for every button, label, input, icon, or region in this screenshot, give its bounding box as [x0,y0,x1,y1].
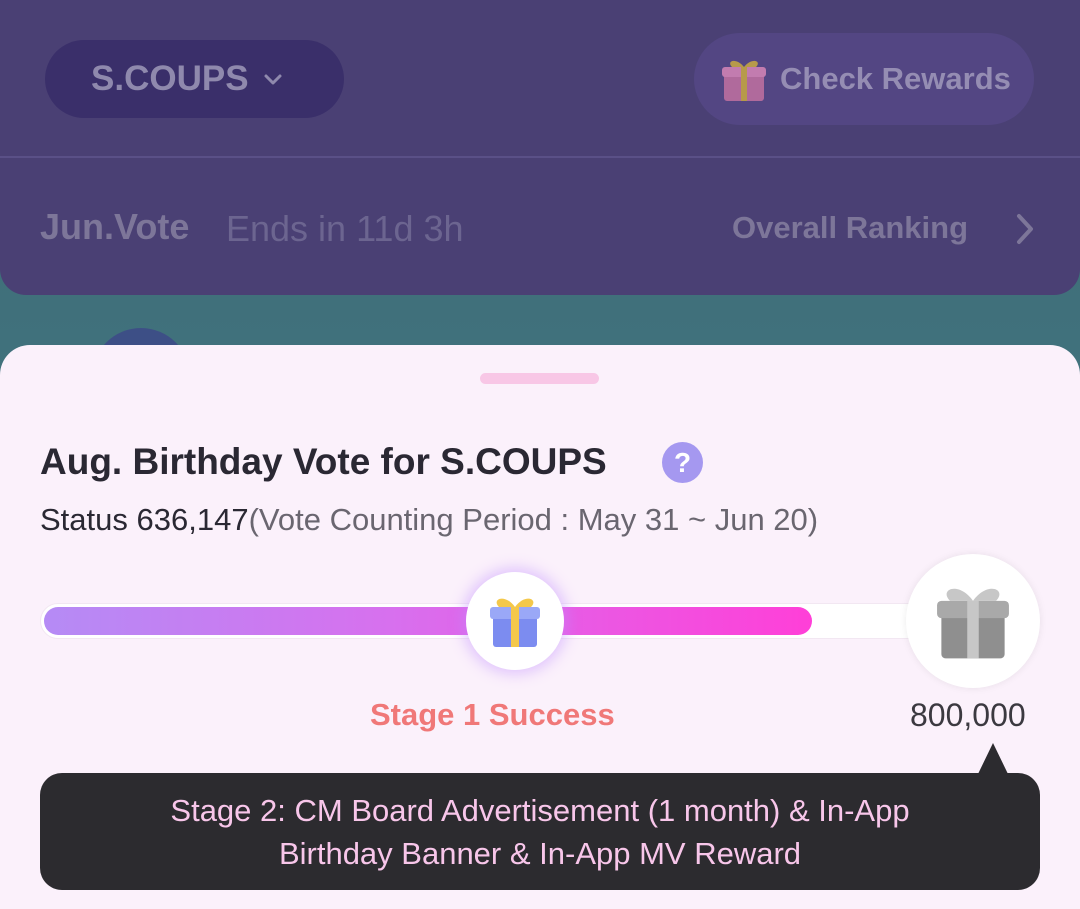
stage2-reward-tooltip: Stage 2: CM Board Advertisement (1 month… [40,773,1040,890]
question-icon[interactable]: ? [662,442,703,483]
chevron-down-icon [264,74,282,85]
sheet-title: Aug. Birthday Vote for S.COUPS [40,441,607,482]
member-selector[interactable]: S.COUPS [45,40,344,118]
check-rewards-button[interactable]: Check Rewards [694,33,1034,125]
tooltip-text: Stage 2: CM Board Advertisement (1 month… [170,789,909,875]
chevron-right-icon[interactable] [1012,212,1038,246]
sheet-drag-handle[interactable] [480,373,599,384]
status-row: Status 636,147(Vote Counting Period : Ma… [40,502,818,538]
stage2-target: 800,000 [910,697,1026,733]
header-divider [0,156,1080,158]
screen: S.COUPS Check Rewards Jun.Vote Ends in 1… [0,0,1080,909]
tooltip-line: Birthday Banner & In-App MV Reward [278,835,802,871]
stage2-reward-badge[interactable] [906,554,1040,688]
vote-countdown: Ends in 11d 3h [226,208,464,249]
stage1-status: Stage 1 Success [370,697,615,732]
gift-icon [490,598,540,647]
vote-period: (Vote Counting Period : May 31 ~ Jun 20) [248,502,819,537]
gift-icon [722,60,766,101]
status-value: 636,147 [136,502,249,537]
progress-fill [44,607,812,635]
overall-ranking-link[interactable]: Overall Ranking [732,210,968,246]
member-name: S.COUPS [91,59,249,98]
tooltip-arrow [978,743,1008,774]
vote-title: Jun.Vote [40,206,190,247]
app-header: S.COUPS Check Rewards Jun.Vote Ends in 1… [0,0,1080,295]
birthday-vote-sheet: Aug. Birthday Vote for S.COUPS ? Status … [0,345,1080,909]
status-label: Status [40,502,128,537]
tooltip-line: Stage 2: CM Board Advertisement (1 month… [170,792,910,828]
stage1-reward-badge[interactable] [466,572,564,670]
gift-icon [937,588,1009,659]
check-rewards-label: Check Rewards [780,61,1011,96]
